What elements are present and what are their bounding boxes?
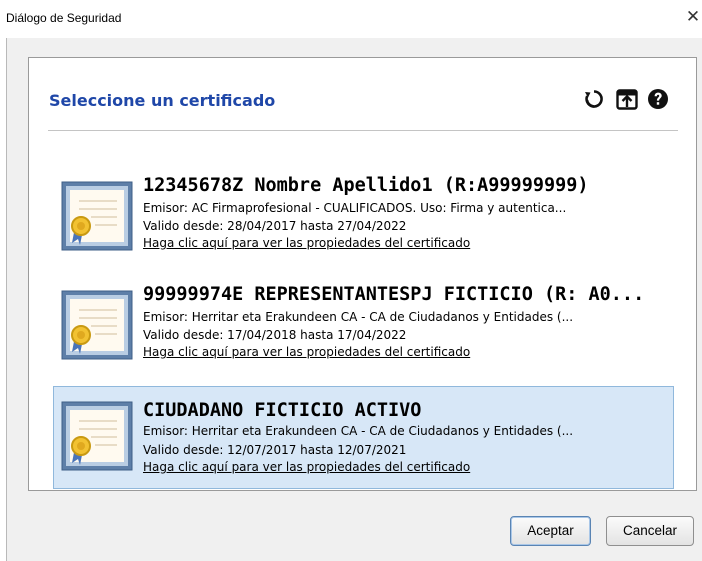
certificate-item[interactable]: 99999974E REPRESENTANTESPJ FICTICIO (R: …	[53, 274, 674, 377]
certificate-name: CIUDADANO FICTICIO ACTIVO	[143, 400, 422, 421]
certificate-issuer: Emisor: Herritar eta Erakundeen CA - CA …	[143, 424, 574, 438]
refresh-icon[interactable]	[583, 88, 605, 110]
certificate-issuer: Emisor: AC Firmaprofesional - CUALIFICAD…	[143, 201, 567, 215]
certificate-panel: Seleccione un certificado 12345678Z Nomb…	[28, 57, 697, 491]
certificate-name: 99999974E REPRESENTANTESPJ FICTICIO (R: …	[143, 284, 645, 305]
close-icon[interactable]: ✕	[684, 6, 702, 28]
window-title: Diálogo de Seguridad	[6, 11, 122, 25]
import-certificate-icon[interactable]	[616, 88, 638, 110]
certificate-properties-link[interactable]: Haga clic aquí para ver las propiedades …	[143, 460, 470, 474]
certificate-validity: Valido desde: 17/04/2018 hasta 17/04/202…	[143, 328, 407, 342]
certificate-item[interactable]: 12345678Z Nombre Apellido1 (R:A99999999)…	[53, 165, 674, 268]
certificate-issuer: Emisor: Herritar eta Erakundeen CA - CA …	[143, 310, 574, 324]
accept-button[interactable]: Aceptar	[510, 516, 591, 546]
certificate-icon	[61, 401, 133, 471]
cancel-button[interactable]: Cancelar	[606, 516, 694, 546]
dialog-body: Seleccione un certificado 12345678Z Nomb…	[6, 38, 702, 561]
panel-heading: Seleccione un certificado	[49, 91, 276, 110]
help-icon[interactable]	[647, 88, 669, 110]
certificate-icon	[61, 181, 133, 251]
certificate-name: 12345678Z Nombre Apellido1 (R:A99999999)	[143, 175, 589, 196]
title-bar: Diálogo de Seguridad ✕	[0, 0, 702, 38]
certificate-validity: Valido desde: 28/04/2017 hasta 27/04/202…	[143, 219, 407, 233]
certificate-properties-link[interactable]: Haga clic aquí para ver las propiedades …	[143, 236, 470, 250]
heading-separator	[48, 130, 678, 131]
certificate-icon	[61, 290, 133, 360]
certificate-item-selected[interactable]: CIUDADANO FICTICIO ACTIVO Emisor: Herrit…	[53, 386, 674, 489]
certificate-properties-link[interactable]: Haga clic aquí para ver las propiedades …	[143, 345, 470, 359]
certificate-validity: Valido desde: 12/07/2017 hasta 12/07/202…	[143, 443, 407, 457]
